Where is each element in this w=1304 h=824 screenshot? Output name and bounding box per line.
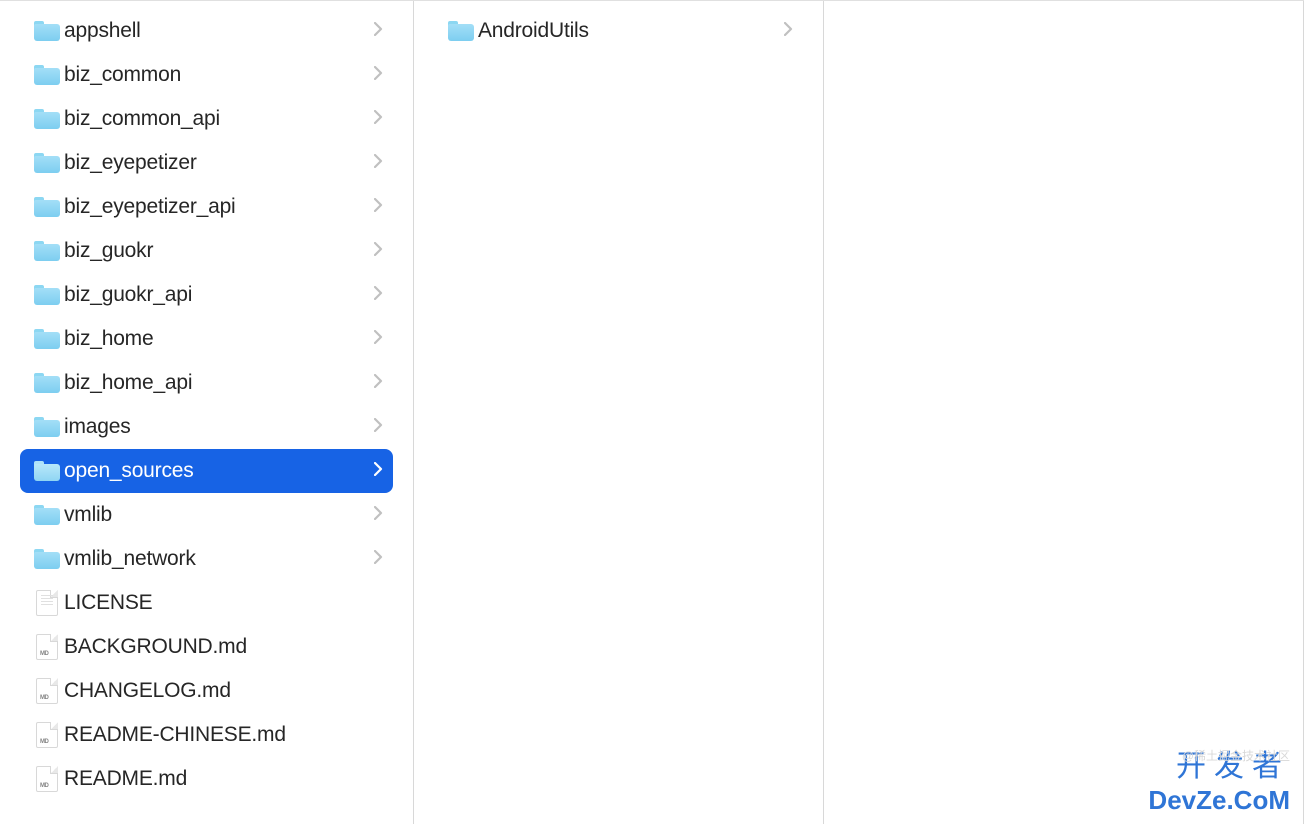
chevron-right-icon	[374, 506, 383, 525]
folder-item[interactable]: biz_common_api	[20, 97, 393, 141]
folder-icon	[34, 21, 60, 41]
item-label: biz_eyepetizer	[64, 151, 374, 175]
item-label: biz_common	[64, 63, 374, 87]
chevron-right-icon	[374, 110, 383, 129]
chevron-right-icon	[374, 22, 383, 41]
folder-item[interactable]: biz_home_api	[20, 361, 393, 405]
folder-icon	[34, 549, 60, 569]
chevron-right-icon	[374, 330, 383, 349]
item-label: README.md	[64, 767, 383, 791]
folder-icon	[34, 197, 60, 217]
file-icon	[36, 590, 58, 616]
folder-icon	[34, 153, 60, 173]
markdown-file-icon	[36, 766, 58, 792]
item-label: biz_home_api	[64, 371, 374, 395]
file-item[interactable]: BACKGROUND.md	[20, 625, 393, 669]
item-label: open_sources	[64, 459, 374, 483]
column-3	[824, 1, 1304, 824]
finder-column-view: appshell biz_common biz_common_api biz_eyep…	[0, 0, 1304, 824]
folder-icon	[34, 109, 60, 129]
item-label: vmlib_network	[64, 547, 374, 571]
chevron-right-icon	[374, 462, 383, 481]
folder-item[interactable]: AndroidUtils	[434, 9, 803, 53]
column-2: AndroidUtils	[414, 1, 824, 824]
item-label: biz_eyepetizer_api	[64, 195, 374, 219]
folder-item[interactable]: appshell	[20, 9, 393, 53]
item-label: README-CHINESE.md	[64, 723, 383, 747]
folder-icon	[34, 417, 60, 437]
folder-item[interactable]: open_sources	[20, 449, 393, 493]
folder-icon	[34, 241, 60, 261]
item-label: vmlib	[64, 503, 374, 527]
folder-item[interactable]: biz_eyepetizer	[20, 141, 393, 185]
folder-item[interactable]: vmlib	[20, 493, 393, 537]
chevron-right-icon	[784, 22, 793, 41]
item-label: BACKGROUND.md	[64, 635, 383, 659]
chevron-right-icon	[374, 418, 383, 437]
file-item[interactable]: README.md	[20, 757, 393, 801]
folder-icon	[34, 65, 60, 85]
file-item[interactable]: LICENSE	[20, 581, 393, 625]
markdown-file-icon	[36, 678, 58, 704]
folder-item[interactable]: biz_common	[20, 53, 393, 97]
markdown-file-icon	[36, 634, 58, 660]
chevron-right-icon	[374, 550, 383, 569]
item-label: biz_guokr_api	[64, 283, 374, 307]
chevron-right-icon	[374, 374, 383, 393]
item-label: LICENSE	[64, 591, 383, 615]
item-label: biz_guokr	[64, 239, 374, 263]
folder-item[interactable]: biz_eyepetizer_api	[20, 185, 393, 229]
chevron-right-icon	[374, 286, 383, 305]
item-label: AndroidUtils	[478, 19, 784, 43]
folder-item[interactable]: biz_guokr_api	[20, 273, 393, 317]
item-label: appshell	[64, 19, 374, 43]
chevron-right-icon	[374, 154, 383, 173]
item-label: biz_common_api	[64, 107, 374, 131]
folder-item[interactable]: biz_guokr	[20, 229, 393, 273]
folder-icon	[34, 329, 60, 349]
column-1: appshell biz_common biz_common_api biz_eyep…	[0, 1, 414, 824]
item-label: CHANGELOG.md	[64, 679, 383, 703]
chevron-right-icon	[374, 198, 383, 217]
folder-icon	[34, 461, 60, 481]
folder-icon	[448, 21, 474, 41]
item-label: images	[64, 415, 374, 439]
item-label: biz_home	[64, 327, 374, 351]
folder-item[interactable]: vmlib_network	[20, 537, 393, 581]
folder-icon	[34, 285, 60, 305]
chevron-right-icon	[374, 66, 383, 85]
file-item[interactable]: README-CHINESE.md	[20, 713, 393, 757]
markdown-file-icon	[36, 722, 58, 748]
folder-item[interactable]: images	[20, 405, 393, 449]
folder-item[interactable]: biz_home	[20, 317, 393, 361]
folder-icon	[34, 373, 60, 393]
chevron-right-icon	[374, 242, 383, 261]
file-item[interactable]: CHANGELOG.md	[20, 669, 393, 713]
folder-icon	[34, 505, 60, 525]
